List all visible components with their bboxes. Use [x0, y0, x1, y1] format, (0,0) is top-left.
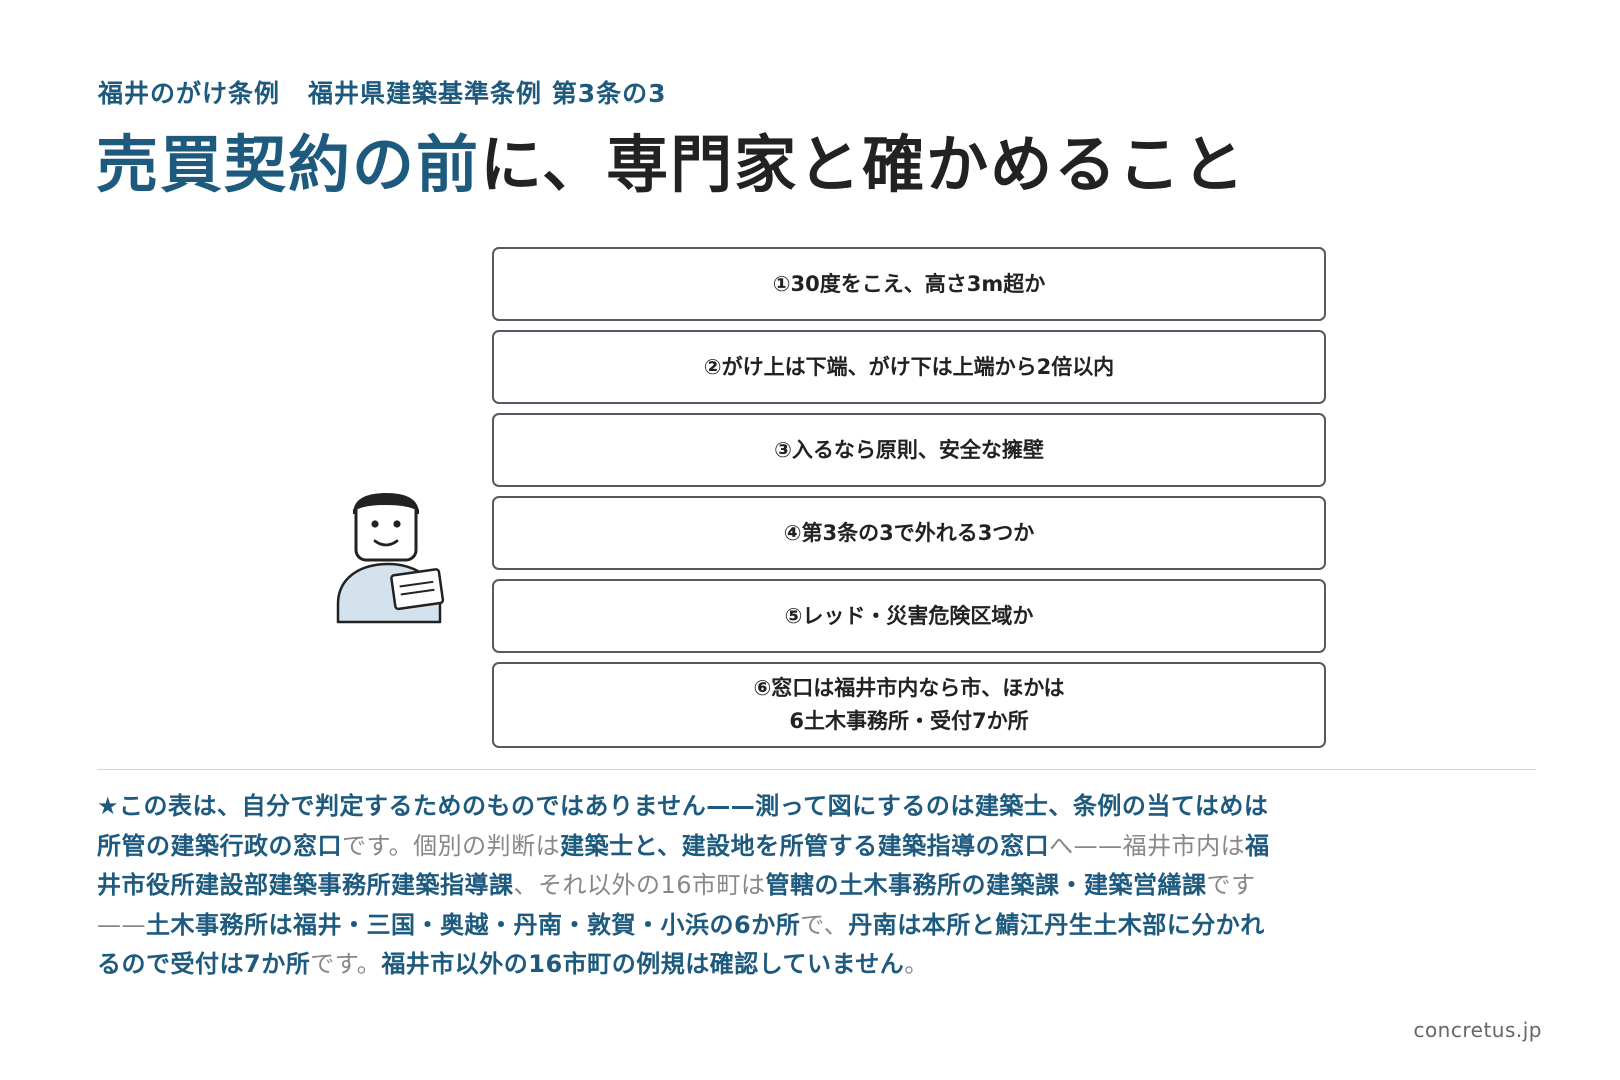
checklist-item-4: ④第3条の3で外れる3つか	[492, 496, 1326, 570]
note-segment: 、それ以外の16市町は	[513, 871, 766, 899]
checklist-item-label: ③入るなら原則、安全な擁壁	[774, 437, 1044, 462]
checklist-item-1: ①30度をこえ、高さ3m超か	[492, 247, 1326, 321]
page-title-accent: 売買契約の前	[96, 128, 481, 201]
note-segment: 。	[904, 950, 929, 978]
checklist-item-3: ③入るなら原則、安全な擁壁	[492, 413, 1326, 487]
note-segment: です。個別の判断は	[342, 831, 561, 860]
note-segment: へ——福井市内は	[1049, 831, 1246, 860]
source-credit: concretus.jp	[1413, 1018, 1542, 1042]
checklist-item-2: ②がけ上は下端、がけ下は上端から2倍以内	[492, 330, 1326, 404]
note-segment: 建築士と、建設地を所管する建築指導の窓口	[560, 831, 1050, 860]
checklist-item-label: ⑥窓口は福井市内なら市、ほかは 6土木事務所・受付7か所	[753, 676, 1065, 733]
checklist-item-label: ④第3条の3で外れる3つか	[783, 520, 1035, 545]
note-segment: です。	[310, 950, 382, 978]
disclaimer-note: ★この表は、自分で判定するためのものではありません——測って図にするのは建築士、…	[97, 787, 1277, 985]
checklist-item-label: ①30度をこえ、高さ3m超か	[772, 271, 1046, 296]
checklist-item-6: ⑥窓口は福井市内なら市、ほかは 6土木事務所・受付7か所	[492, 662, 1326, 748]
note-segment: 土木事務所は福井・三国・奥越・丹南・敦賀・小浜の6か所	[146, 910, 801, 939]
checklist-item-5: ⑤レッド・災害危険区域か	[492, 579, 1326, 653]
checklist: ①30度をこえ、高さ3m超か ②がけ上は下端、がけ下は上端から2倍以内 ③入るな…	[492, 247, 1326, 757]
note-segment: 福井市以外の16市町の例規は確認していません	[381, 950, 905, 978]
subtitle: 福井のがけ条例 福井県建築基準条例 第3条の3	[98, 74, 667, 110]
page-title-rest: に、専門家と確かめること	[480, 128, 1247, 201]
note-segment: で、	[800, 910, 849, 939]
page-title: 売買契約の前に、専門家と確かめること	[96, 128, 1246, 202]
note-segment: 管轄の土木事務所の建築課・建築営繕課	[765, 871, 1207, 899]
person-holding-card-icon	[336, 492, 452, 632]
divider	[97, 769, 1536, 770]
subtitle-law: 福井県建築基準条例 第3条の3	[308, 79, 667, 108]
subtitle-topic: 福井のがけ条例	[98, 79, 281, 108]
checklist-item-label: ②がけ上は下端、がけ下は上端から2倍以内	[703, 354, 1115, 379]
checklist-item-label: ⑤レッド・災害危険区域か	[784, 603, 1034, 628]
